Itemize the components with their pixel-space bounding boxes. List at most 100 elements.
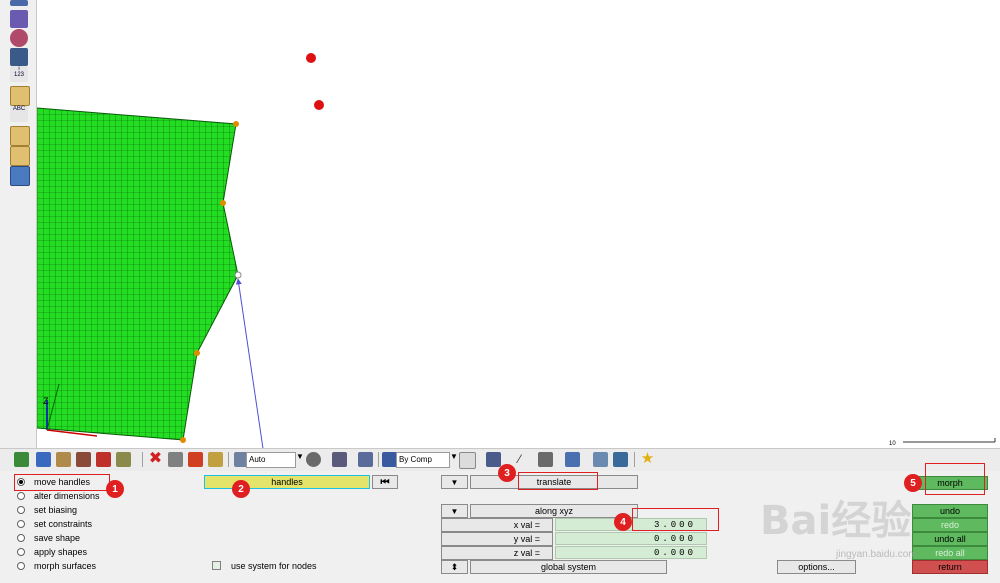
line-icon[interactable]: ⁄ <box>512 452 527 467</box>
radio-label: set biasing <box>34 505 78 515</box>
numbers-icon[interactable] <box>208 452 223 467</box>
scale-bar: 10 <box>889 438 996 447</box>
visualization-mode-select[interactable]: Auto <box>246 452 296 468</box>
use-system-label: use system for nodes <box>231 561 317 571</box>
callout-box-1 <box>14 474 110 491</box>
radio-label: apply shapes <box>34 547 88 557</box>
left-toolbar: i 123 ABC <box>0 0 37 450</box>
toggle-system-icon[interactable]: ⬍ <box>441 560 468 574</box>
reset-selection-icon[interactable]: ⏮ <box>372 475 398 489</box>
callout-badge-3: 3 <box>498 464 516 482</box>
along-xyz-option[interactable]: along xyz <box>470 504 638 518</box>
view-icon[interactable] <box>10 0 28 6</box>
radio-label: alter dimensions <box>34 491 100 501</box>
mask-icon[interactable] <box>168 452 183 467</box>
delete-icon[interactable]: ✖ <box>148 451 163 467</box>
morph-handle[interactable] <box>194 350 200 356</box>
redo-button[interactable]: redo <box>912 518 988 532</box>
shaded-elements-icon[interactable] <box>486 452 501 467</box>
hide-icon[interactable] <box>188 452 203 467</box>
radio-button[interactable] <box>17 492 25 500</box>
shaded-icon[interactable] <box>332 452 347 467</box>
radio-set-biasing[interactable]: set biasing <box>17 503 77 517</box>
undo-button[interactable]: undo <box>912 504 988 518</box>
radio-button[interactable] <box>17 506 25 514</box>
label-tool-icon[interactable] <box>10 126 30 146</box>
cube-icon[interactable] <box>358 452 373 467</box>
surface-icon[interactable] <box>538 452 553 467</box>
shade-icon[interactable] <box>10 29 28 47</box>
export-icon[interactable] <box>116 452 131 467</box>
chevron-down-icon[interactable]: ▼ <box>296 452 304 461</box>
callout-badge-2: 2 <box>232 480 250 498</box>
callout-box-3 <box>518 472 598 490</box>
color-mode-select[interactable]: By Comp <box>396 452 450 468</box>
z-val-field[interactable]: 0.000 <box>555 546 707 559</box>
undo-all-button[interactable]: undo all <box>912 532 988 546</box>
measure-icon[interactable] <box>10 86 30 106</box>
radio-apply-shapes[interactable]: apply shapes <box>17 545 87 559</box>
svg-text:Z: Z <box>43 396 49 406</box>
return-button[interactable]: return <box>912 560 988 574</box>
morph-handle[interactable] <box>220 200 226 206</box>
component-icon[interactable] <box>36 452 51 467</box>
radio-button[interactable] <box>17 562 25 570</box>
callout-leader-line <box>235 278 266 463</box>
info-123-icon[interactable]: i 123 <box>10 66 28 82</box>
y-val-label[interactable]: y val = <box>441 532 553 546</box>
temp-node[interactable] <box>314 100 324 110</box>
baidu-watermark: Bai经验 <box>760 498 912 544</box>
callout-badge-1: 1 <box>106 480 124 498</box>
radio-label: morph surfaces <box>34 561 97 571</box>
connector-icon[interactable] <box>593 452 608 467</box>
use-system-checkbox[interactable] <box>212 561 221 570</box>
model-icon[interactable] <box>14 452 29 467</box>
mesh-shell <box>36 107 239 441</box>
callout-box-4 <box>632 508 719 531</box>
wireframe-icon[interactable] <box>459 452 476 469</box>
import-icon[interactable] <box>96 452 111 467</box>
monitor-icon[interactable] <box>613 452 628 467</box>
annotate-icon[interactable] <box>10 146 30 166</box>
temp-node[interactable] <box>306 53 316 63</box>
radio-button[interactable] <box>17 534 25 542</box>
display-icon[interactable] <box>10 10 28 28</box>
global-system-option[interactable]: global system <box>470 560 667 574</box>
morph-handle[interactable] <box>180 437 186 443</box>
chevron-down-icon[interactable]: ▼ <box>450 452 458 461</box>
solid-icon[interactable] <box>565 452 580 467</box>
y-val-field[interactable]: 0.000 <box>555 532 707 545</box>
x-val-label[interactable]: x val = <box>441 518 553 532</box>
radio-label: set constraints <box>34 519 93 529</box>
svg-text:10: 10 <box>889 441 896 447</box>
star-icon[interactable]: ★ <box>640 451 655 467</box>
binoculars-icon[interactable] <box>10 48 28 66</box>
radio-button[interactable] <box>17 520 25 528</box>
radio-alter-dimensions[interactable]: alter dimensions <box>17 489 100 503</box>
morph-handle[interactable] <box>233 121 239 127</box>
graphics-viewport[interactable]: Z 10 <box>36 0 1000 463</box>
color-mode-icon[interactable] <box>382 452 397 467</box>
callout-box-5 <box>925 463 985 495</box>
rotate-icon[interactable] <box>306 452 321 467</box>
baidu-watermark-url: jingyan.baidu.com <box>836 549 917 560</box>
color-mode-value: By Comp <box>399 455 432 464</box>
z-val-label[interactable]: z val = <box>441 546 553 560</box>
label-abc-icon[interactable]: ABC <box>10 106 28 122</box>
radio-label: save shape <box>34 533 81 543</box>
section-icon[interactable] <box>10 166 30 186</box>
radio-button[interactable] <box>17 548 25 556</box>
chevron-down-icon[interactable]: ▼ <box>441 475 468 489</box>
radio-morph-surfaces[interactable]: morph surfaces <box>17 559 96 573</box>
chevron-down-icon[interactable]: ▼ <box>441 504 468 518</box>
morph-handle-selected[interactable] <box>234 271 242 279</box>
options-button[interactable]: options... <box>777 560 856 574</box>
handles-selector[interactable]: handles <box>204 475 370 489</box>
mesh-canvas[interactable]: Z 10 <box>36 0 1000 463</box>
assembly-icon[interactable] <box>76 452 91 467</box>
collector-icon[interactable] <box>56 452 71 467</box>
radio-set-constraints[interactable]: set constraints <box>17 517 92 531</box>
redo-all-button[interactable]: redo all <box>912 546 988 560</box>
callout-badge-4: 4 <box>614 513 632 531</box>
radio-save-shape[interactable]: save shape <box>17 531 80 545</box>
